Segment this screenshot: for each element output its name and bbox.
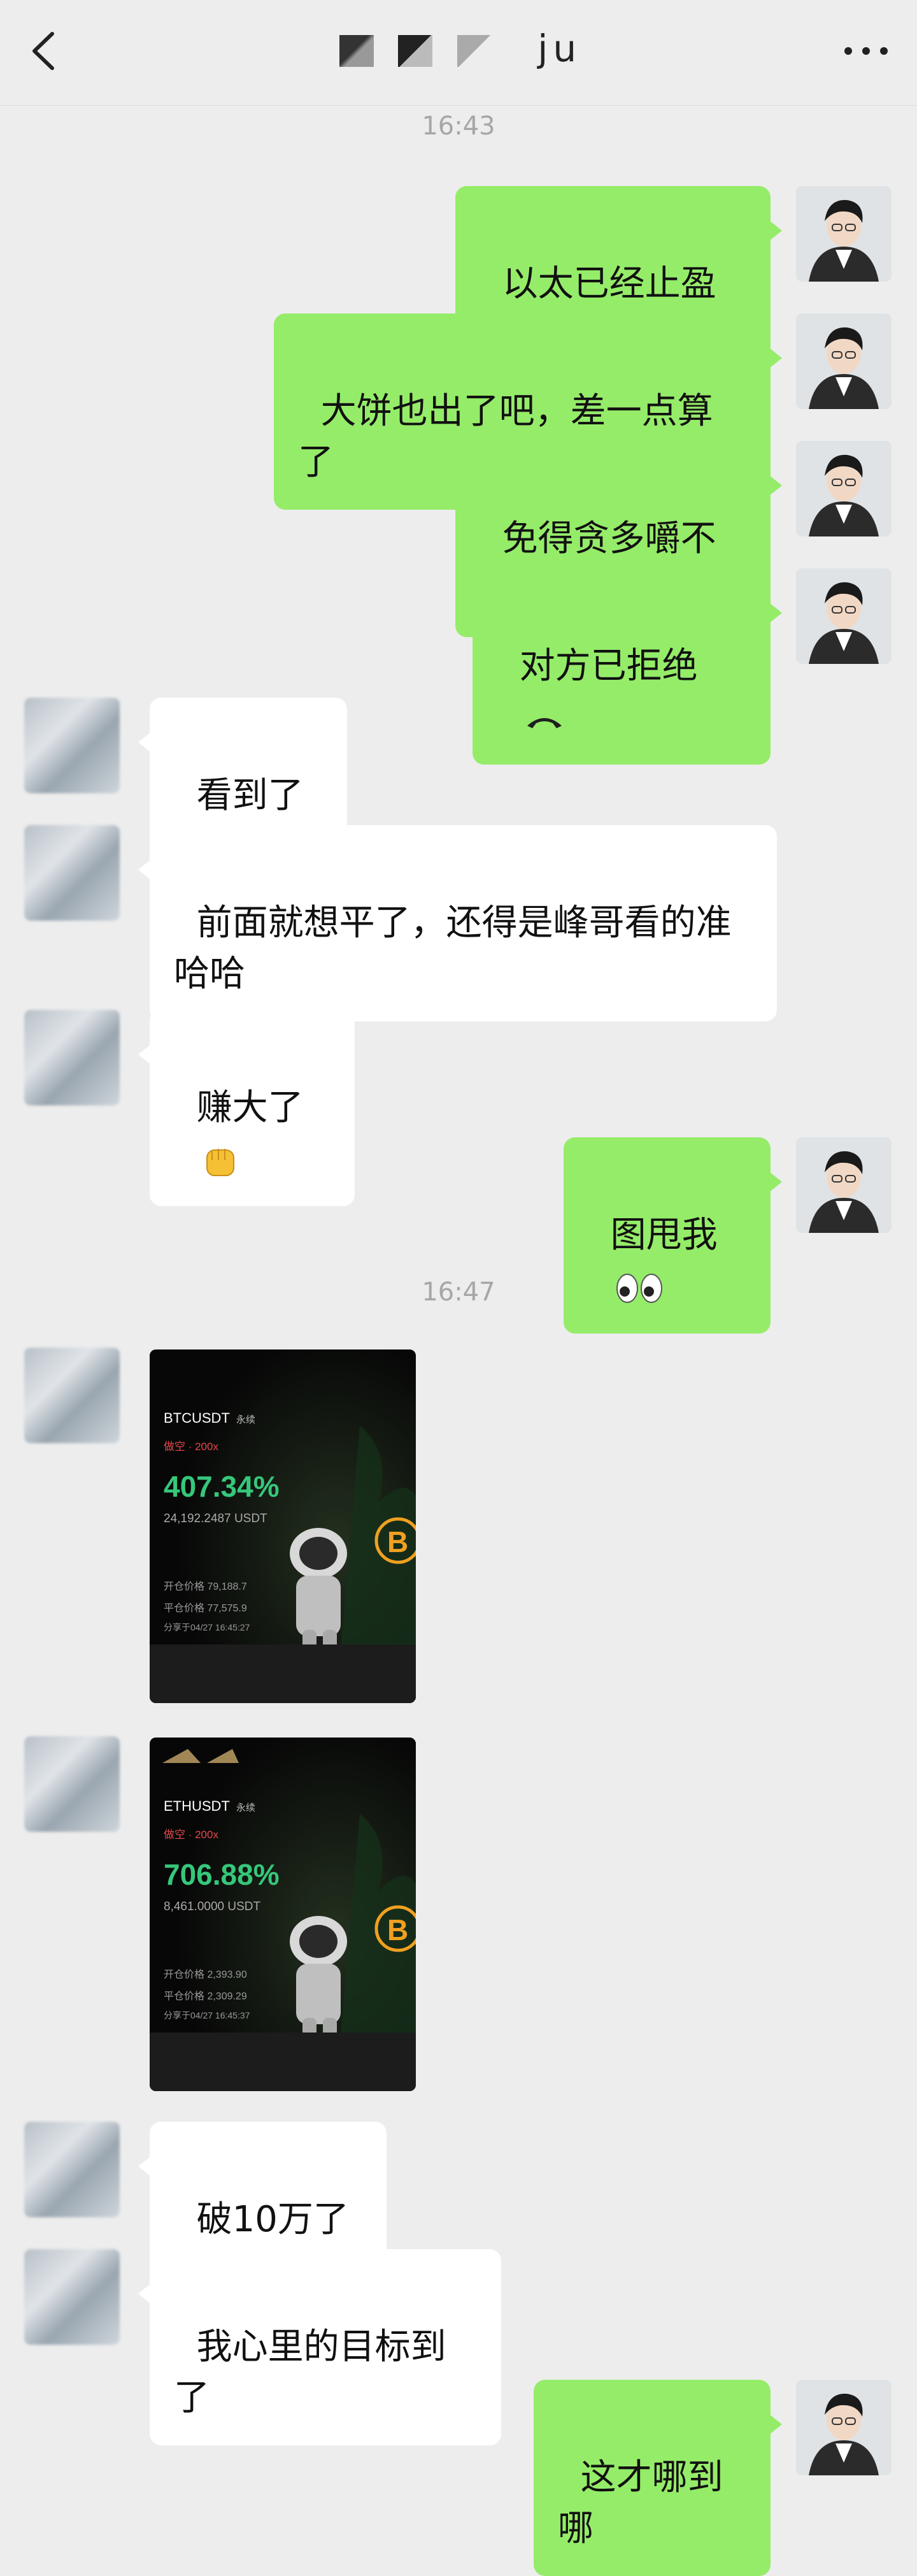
avatar[interactable] <box>24 2122 120 2217</box>
avatar[interactable] <box>24 1736 120 1832</box>
avatar[interactable] <box>796 2380 892 2475</box>
profit-percent: 706.88% <box>164 1858 280 1891</box>
svg-text:B: B <box>387 1525 408 1558</box>
close-price: 平仓价格 77,575.9 <box>164 1603 247 1614</box>
profit-usdt: 24,192.2487 USDT <box>164 1512 267 1525</box>
message-bubble[interactable]: 这才哪到哪 <box>534 2380 782 2576</box>
avatar[interactable] <box>796 186 892 282</box>
timestamp: 16:47 <box>422 1277 495 1307</box>
avatar[interactable] <box>24 2249 120 2345</box>
avatar[interactable] <box>24 825 120 921</box>
svg-text:B: B <box>387 1913 408 1946</box>
trading-pair: BTCUSDT 永续 <box>164 1410 255 1426</box>
message-bubble[interactable]: 前面就想平了，还得是峰哥看的准 哈哈 <box>138 825 777 1021</box>
phone-hangup-icon <box>527 717 562 728</box>
message-text: 图甩我 <box>610 1214 718 1256</box>
title-redaction-block <box>457 34 492 67</box>
trading-pair: ETHUSDT 永续 <box>164 1798 255 1814</box>
avatar-portrait-icon <box>796 313 892 409</box>
timestamp: 16:43 <box>422 112 495 141</box>
chat-title: ju <box>0 27 917 70</box>
message-text: 这才哪到哪 <box>558 2457 723 2549</box>
message-text: 赚大了 <box>196 1087 304 1128</box>
image-message[interactable]: B BTCUSDT 永续 做空 · 200x 407.34% 24,192.248… <box>150 1349 416 1703</box>
open-price: 开仓价格 2,393.90 <box>164 1969 247 1980</box>
avatar[interactable] <box>796 1137 892 1233</box>
title-redaction-block <box>398 34 433 67</box>
redacted-footer <box>150 2033 416 2091</box>
message-text: 对方已拒绝 <box>519 645 698 687</box>
ellipsis-icon[interactable] <box>841 35 892 67</box>
message-bubble[interactable]: 我心里的目标到了 <box>138 2249 501 2445</box>
message-text: 前面就想平了，还得是峰哥看的准 哈哈 <box>174 902 732 995</box>
raised-fist-emoji-icon <box>206 1148 234 1176</box>
open-price: 开仓价格 79,188.7 <box>164 1581 247 1592</box>
avatar[interactable] <box>24 1348 120 1443</box>
position-side: 做空 · 200x <box>164 1829 218 1841</box>
chat-title-text: ju <box>537 27 582 70</box>
avatar[interactable] <box>24 698 120 793</box>
profit-percent: 407.34% <box>164 1470 280 1503</box>
avatar-portrait-icon <box>796 441 892 536</box>
share-time: 分享于04/27 16:45:37 <box>164 2010 250 2020</box>
avatar-portrait-icon <box>796 2380 892 2475</box>
message-bubble[interactable]: 对方已拒绝 <box>473 568 782 765</box>
close-price: 平仓价格 2,309.29 <box>164 1991 247 2002</box>
avatar[interactable] <box>796 441 892 536</box>
redacted-footer <box>150 1644 416 1703</box>
avatar[interactable] <box>796 313 892 409</box>
avatar-portrait-icon <box>796 186 892 282</box>
avatar-portrait-icon <box>796 1137 892 1233</box>
title-redaction-block <box>339 34 374 67</box>
position-side: 做空 · 200x <box>164 1441 218 1453</box>
avatar[interactable] <box>796 568 892 664</box>
message-bubble[interactable]: 赚大了 <box>138 1010 355 1206</box>
message-text: 我心里的目标到了 <box>174 2326 446 2419</box>
profit-usdt: 8,461.0000 USDT <box>164 1900 261 1913</box>
top-bar: ju <box>0 0 917 106</box>
avatar[interactable] <box>24 1010 120 1105</box>
avatar-portrait-icon <box>796 568 892 664</box>
share-time: 分享于04/27 16:45:27 <box>164 1622 250 1632</box>
image-message[interactable]: B ETHUSDT 永续 做空 · 200x 706.88% 8,461.0000… <box>150 1738 416 2091</box>
